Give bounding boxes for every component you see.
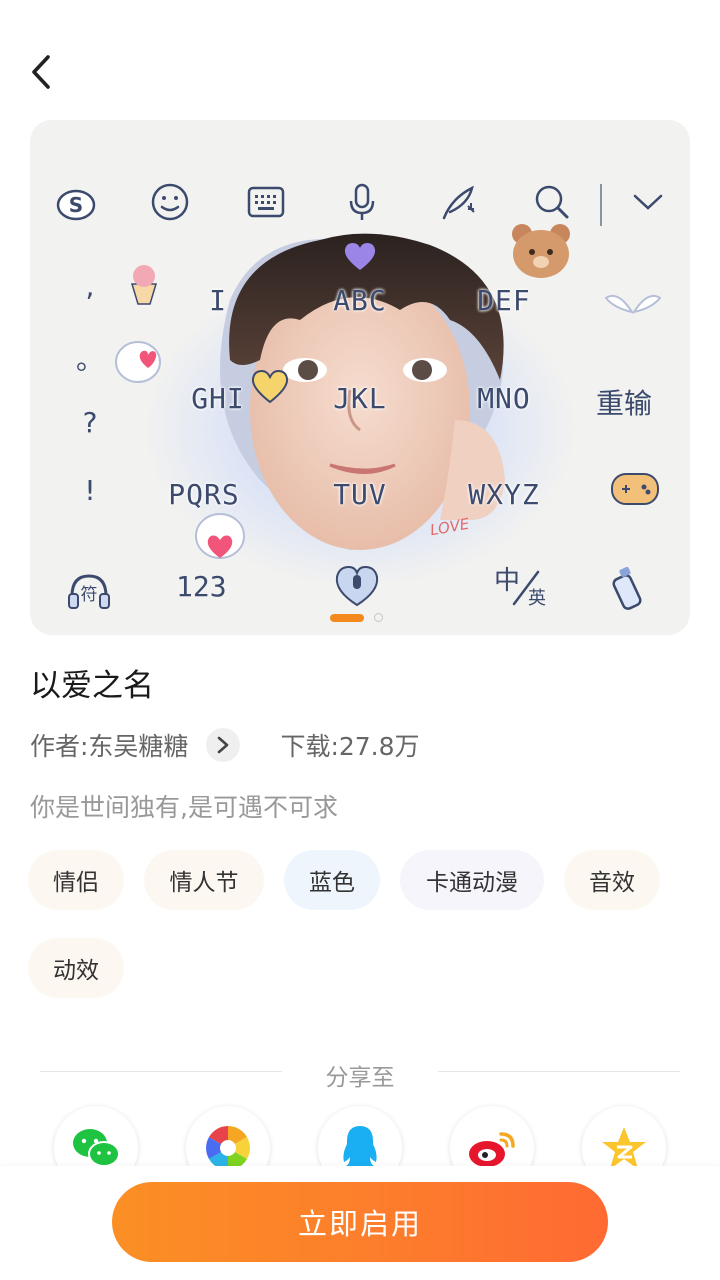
qq-icon [343,1126,377,1169]
key-mno[interactable]: MNO [444,382,564,415]
share-label: 分享至 [325,1065,395,1091]
key-space[interactable] [322,560,392,610]
author-name[interactable]: 作者:东吴糖糖 [30,727,188,763]
key-i[interactable]: I [158,284,278,317]
symbol-key-label: 符 [80,585,98,605]
skin-preview[interactable]: S , 。 ? ! I ABC DEF GHI JKL MNO PQRS TUV… [30,120,690,635]
tag-cartoon[interactable]: 卡通动漫 [400,850,544,910]
key-jkl[interactable]: JKL [300,382,420,415]
search-icon[interactable] [530,180,574,224]
author-link-button[interactable] [206,728,241,762]
sogou-logo-icon[interactable]: S [54,180,98,224]
share-divider-right [438,1071,680,1072]
skin-description: 你是世间独有,是可遇不可求 [30,793,338,822]
weibo-icon [469,1132,515,1167]
enable-skin-button[interactable]: 立即启用 [112,1182,608,1262]
key-enter[interactable] [606,564,656,614]
key-123[interactable]: 123 [176,570,227,603]
key-question[interactable]: ? [70,406,110,439]
svg-text:S: S [69,193,83,217]
key-comma[interactable]: , [70,270,110,303]
teddy-bear-icon [512,224,570,278]
wings-icon [604,294,662,314]
key-wxyz[interactable]: WXYZ [444,478,564,511]
chevron-left-icon [32,55,50,89]
qzone-icon [602,1127,646,1169]
skin-title: 以爱之名 [30,668,154,704]
slash-icon [512,570,540,606]
toolbar-divider [600,184,602,226]
microphone-icon[interactable] [340,180,384,224]
game-controller-icon [611,473,659,505]
chevron-right-icon [218,736,229,754]
emoji-icon[interactable] [148,180,192,224]
share-divider-left [40,1071,282,1072]
bunny-heart-icon [115,341,161,383]
keyboard-toolbar: S [30,180,690,230]
purple-heart-icon [344,243,376,270]
key-tuv[interactable]: TUV [300,478,420,511]
skin-meta: 作者:东吴糖糖 下载:27.8万 [30,727,420,763]
wechat-icon [73,1129,120,1167]
carousel-indicator [330,613,383,622]
key-symbols[interactable]: 符 [64,566,114,616]
keyboard-icon[interactable] [244,180,288,224]
key-period[interactable]: 。 [70,338,110,378]
ice-cream-icon [130,265,158,305]
heart-mic-icon [335,565,379,607]
tag-animation[interactable]: 动效 [28,938,124,998]
key-lang-switch[interactable]: 中 英 [494,560,554,610]
key-abc[interactable]: ABC [300,284,420,317]
tag-sound[interactable]: 音效 [564,850,660,910]
tag-valentines[interactable]: 情人节 [144,850,264,910]
key-exclaim[interactable]: ! [70,474,110,507]
bunny-hug-heart-icon [195,513,245,559]
collapse-chevron-icon[interactable] [626,180,670,224]
carousel-dot[interactable] [374,613,383,622]
key-retype[interactable]: 重输 [596,382,652,422]
bottle-icon [612,566,642,610]
feather-pen-icon[interactable] [436,180,480,224]
tag-couple[interactable]: 情侣 [28,850,124,910]
key-def[interactable]: DEF [444,284,564,317]
back-button[interactable] [22,52,62,92]
yellow-heart-icon [251,369,289,404]
tag-blue[interactable]: 蓝色 [284,850,380,910]
download-count: 下载:27.8万 [280,732,420,761]
carousel-dot-active[interactable] [330,613,364,622]
